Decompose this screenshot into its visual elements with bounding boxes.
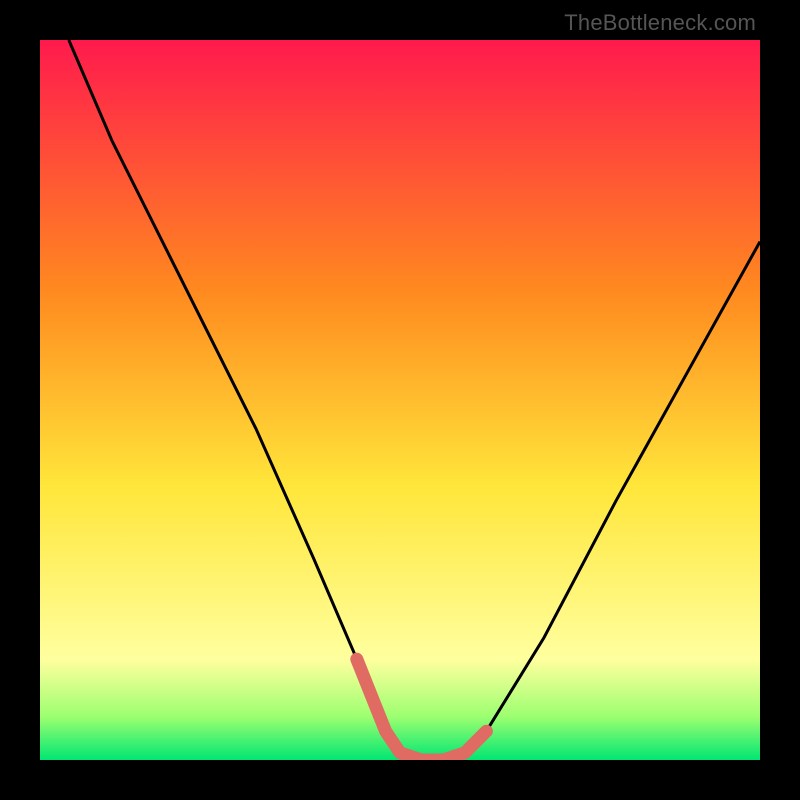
chart-frame: TheBottleneck.com [0, 0, 800, 800]
chart-plot-area [40, 40, 760, 760]
curve-line-icon [69, 40, 760, 760]
accent-segment-icon [357, 659, 487, 760]
watermark-text: TheBottleneck.com [564, 10, 756, 36]
bottleneck-curve [40, 40, 760, 760]
